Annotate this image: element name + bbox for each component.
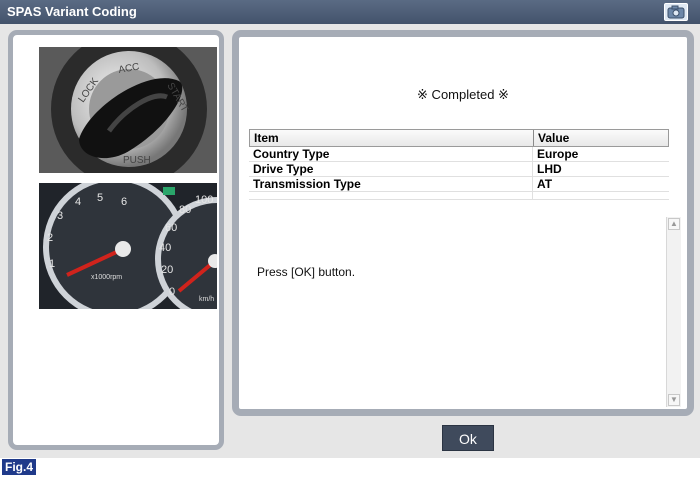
status-text: ※ Completed ※ bbox=[417, 87, 509, 102]
window-title: SPAS Variant Coding bbox=[7, 4, 137, 19]
ignition-label-push: PUSH bbox=[123, 155, 151, 166]
message-area: Press [OK] button. ▲ ▼ bbox=[249, 217, 681, 409]
cell-item: Country Type bbox=[249, 147, 533, 161]
rpm-tick-2: 2 bbox=[47, 232, 53, 244]
table-row: Drive Type LHD bbox=[249, 162, 669, 177]
rpm-unit-label: x1000rpm bbox=[91, 274, 122, 281]
cell-value: Europe bbox=[537, 147, 579, 161]
table-row: Transmission Type AT bbox=[249, 177, 669, 192]
result-panel: ※ Completed ※ Item Value Country Type Eu… bbox=[232, 30, 694, 416]
rpm-tick-6: 6 bbox=[121, 196, 127, 208]
column-header-item: Item bbox=[250, 130, 534, 146]
speed-tick-0: 0 bbox=[169, 286, 175, 298]
image-panel: LOCK ACC START PUSH 1 2 3 4 5 6 x1000rpm… bbox=[8, 30, 224, 450]
ignition-switch-photo: LOCK ACC START PUSH bbox=[39, 47, 217, 173]
speed-tick-80: 80 bbox=[179, 204, 191, 216]
instrument-cluster-photo: 1 2 3 4 5 6 x1000rpm 0 20 40 60 80 100 k… bbox=[39, 183, 217, 309]
title-bar: SPAS Variant Coding bbox=[0, 0, 700, 24]
variant-table: Item Value Country Type Europe Drive Typ… bbox=[249, 129, 669, 200]
rpm-tick-1: 1 bbox=[49, 258, 55, 270]
speed-tick-60: 60 bbox=[165, 222, 177, 234]
cell-item: Drive Type bbox=[249, 162, 533, 176]
rpm-tick-5: 5 bbox=[97, 192, 103, 204]
rpm-tick-4: 4 bbox=[75, 196, 81, 208]
scroll-down-icon[interactable]: ▼ bbox=[668, 394, 680, 406]
ok-button[interactable]: Ok bbox=[442, 425, 494, 451]
rpm-tick-3: 3 bbox=[57, 210, 63, 222]
speed-tick-100: 100 bbox=[195, 194, 213, 206]
cell-value: LHD bbox=[537, 162, 562, 176]
scroll-up-icon[interactable]: ▲ bbox=[668, 218, 680, 230]
app-window: SPAS Variant Coding LOCK ACC START PUSH … bbox=[0, 0, 700, 458]
column-header-value: Value bbox=[538, 131, 570, 145]
table-header: Item Value bbox=[249, 129, 669, 147]
speed-unit-label: km/h bbox=[199, 296, 214, 303]
table-row: Country Type Europe bbox=[249, 147, 669, 162]
camera-icon[interactable] bbox=[664, 3, 688, 21]
cell-value: AT bbox=[537, 177, 553, 191]
speed-tick-20: 20 bbox=[161, 264, 173, 276]
table-row-empty bbox=[249, 192, 669, 200]
figure-label: Fig.4 bbox=[2, 459, 37, 475]
instruction-message: Press [OK] button. bbox=[257, 265, 356, 279]
cell-item: Transmission Type bbox=[249, 177, 533, 191]
vertical-scrollbar[interactable]: ▲ ▼ bbox=[666, 217, 681, 407]
speed-tick-40: 40 bbox=[159, 242, 171, 254]
